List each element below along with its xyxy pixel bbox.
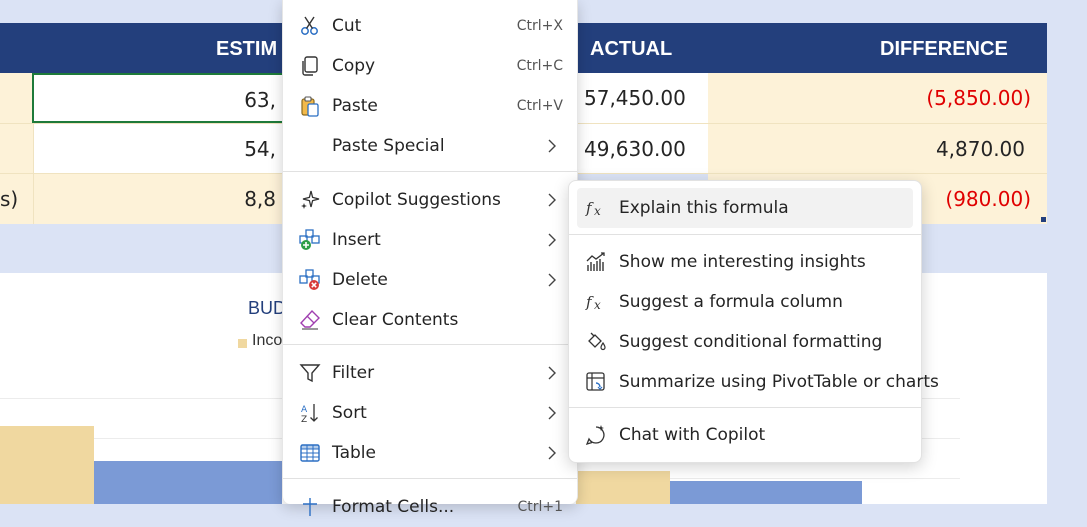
copy-icon [299,55,321,77]
chart-bar[interactable] [576,471,670,504]
fill-handle[interactable] [1041,217,1046,222]
insights-chart-icon [585,251,607,273]
actual-cell[interactable]: 57,450.00 [576,73,708,123]
menu-item-table[interactable]: Table [283,433,577,473]
chart-bar[interactable] [0,426,94,504]
submenu-item-label: Summarize using PivotTable or charts [619,372,939,392]
svg-text:x: x [594,204,601,218]
chevron-right-icon [547,365,557,381]
fx-icon: fx [585,291,607,313]
sort-az-icon: AZ [299,402,321,424]
difference-cell[interactable]: 4,870.00 [708,124,1047,174]
submenu-item-label: Suggest conditional formatting [619,332,883,352]
menu-item-sort[interactable]: AZ Sort [283,393,577,433]
submenu-item-label: Suggest a formula column [619,292,843,312]
menu-item-label: Paste Special [332,136,445,156]
menu-item-delete[interactable]: Delete [283,260,577,300]
menu-separator [283,478,577,479]
submenu-item-formula-column[interactable]: fx Suggest a formula column [569,282,921,322]
menu-separator [283,344,577,345]
copilot-sparkle-icon [299,189,321,211]
menu-item-copy[interactable]: Copy Ctrl+C [283,46,577,86]
format-cells-icon [299,496,321,518]
filter-icon [299,362,321,384]
svg-text:A: A [301,405,308,415]
context-menu: Cut Ctrl+X Copy Ctrl+C Paste Ctrl+V Past… [282,0,578,517]
legend-label: Inco [252,332,283,349]
chevron-right-icon [547,445,557,461]
submenu-item-chat[interactable]: Chat with Copilot [569,415,921,455]
menu-item-label: Delete [332,270,388,290]
svg-text:x: x [594,298,601,312]
menu-item-label: Paste [332,96,378,116]
actual-cell[interactable]: 49,630.00 [576,124,708,174]
clipboard-icon [299,95,321,117]
menu-item-label: Insert [332,230,381,250]
header-actual[interactable]: ACTUAL [590,23,672,73]
row-label-cell[interactable] [0,73,33,123]
submenu-item-label: Show me interesting insights [619,252,866,272]
svg-text:f: f [585,199,594,217]
menu-item-label: Sort [332,403,367,423]
chevron-right-icon [547,272,557,288]
menu-item-paste-special[interactable]: Paste Special [283,126,577,166]
estimated-cell[interactable]: 8,8 [33,174,282,224]
submenu-item-label: Explain this formula [619,198,789,218]
menu-item-label: Filter [332,363,375,383]
row-label-cell[interactable] [0,124,33,174]
menu-separator [569,234,921,235]
chart-title: BUD [248,298,287,318]
submenu-item-pivottable[interactable]: Summarize using PivotTable or charts [569,362,939,402]
chart-bar[interactable] [670,481,862,504]
menu-item-label: Copy [332,56,376,76]
menu-item-insert[interactable]: Insert [283,220,577,260]
insert-cells-icon [299,229,321,251]
paint-bucket-icon [585,331,607,353]
submenu-item-insights[interactable]: Show me interesting insights [569,242,921,282]
pivot-table-icon [585,371,607,393]
menu-item-format-cells[interactable]: Format Cells... Ctrl+1 [283,487,577,527]
menu-item-copilot-suggestions[interactable]: Copilot Suggestions [283,180,577,220]
menu-item-label: Copilot Suggestions [332,190,501,210]
shortcut-text: Ctrl+X [516,18,563,34]
estimated-cell[interactable]: 63, [32,73,284,123]
submenu-item-label: Chat with Copilot [619,425,766,445]
chevron-right-icon [547,405,557,421]
menu-item-label: Clear Contents [332,310,459,330]
menu-item-clear-contents[interactable]: Clear Contents [283,300,577,340]
difference-cell[interactable]: (5,850.00) [708,73,1047,123]
menu-item-label: Table [332,443,376,463]
menu-separator [283,171,577,172]
chart-bar[interactable] [94,461,282,504]
svg-text:Z: Z [301,415,307,424]
shortcut-text: Ctrl+C [516,58,563,74]
menu-item-cut[interactable]: Cut Ctrl+X [283,6,577,46]
menu-item-filter[interactable]: Filter [283,353,577,393]
chat-copilot-icon [585,424,607,446]
eraser-icon [299,309,321,331]
shortcut-text: Ctrl+1 [517,499,563,515]
svg-text:f: f [585,293,594,311]
copilot-submenu: fx Explain this formula Show me interest… [568,180,939,463]
chevron-right-icon [547,192,557,208]
submenu-item-conditional-formatting[interactable]: Suggest conditional formatting [569,322,921,362]
estimated-cell[interactable]: 54, [33,124,282,174]
submenu-item-explain-formula[interactable]: fx Explain this formula [577,188,913,228]
chevron-right-icon [547,232,557,248]
fx-icon: fx [585,197,607,219]
legend-swatch [238,339,247,348]
scissors-icon [299,15,321,37]
shortcut-text: Ctrl+V [516,98,563,114]
header-difference[interactable]: DIFFERENCE [880,23,1008,73]
menu-separator [569,407,921,408]
chevron-right-icon [547,138,557,154]
header-estimated[interactable]: ESTIM [216,23,277,73]
delete-cells-icon [299,269,321,291]
menu-item-paste[interactable]: Paste Ctrl+V [283,86,577,126]
table-icon [299,442,321,464]
menu-item-label: Format Cells... [332,497,455,517]
menu-item-label: Cut [332,16,362,36]
row-label-cell[interactable]: s) [0,174,33,224]
